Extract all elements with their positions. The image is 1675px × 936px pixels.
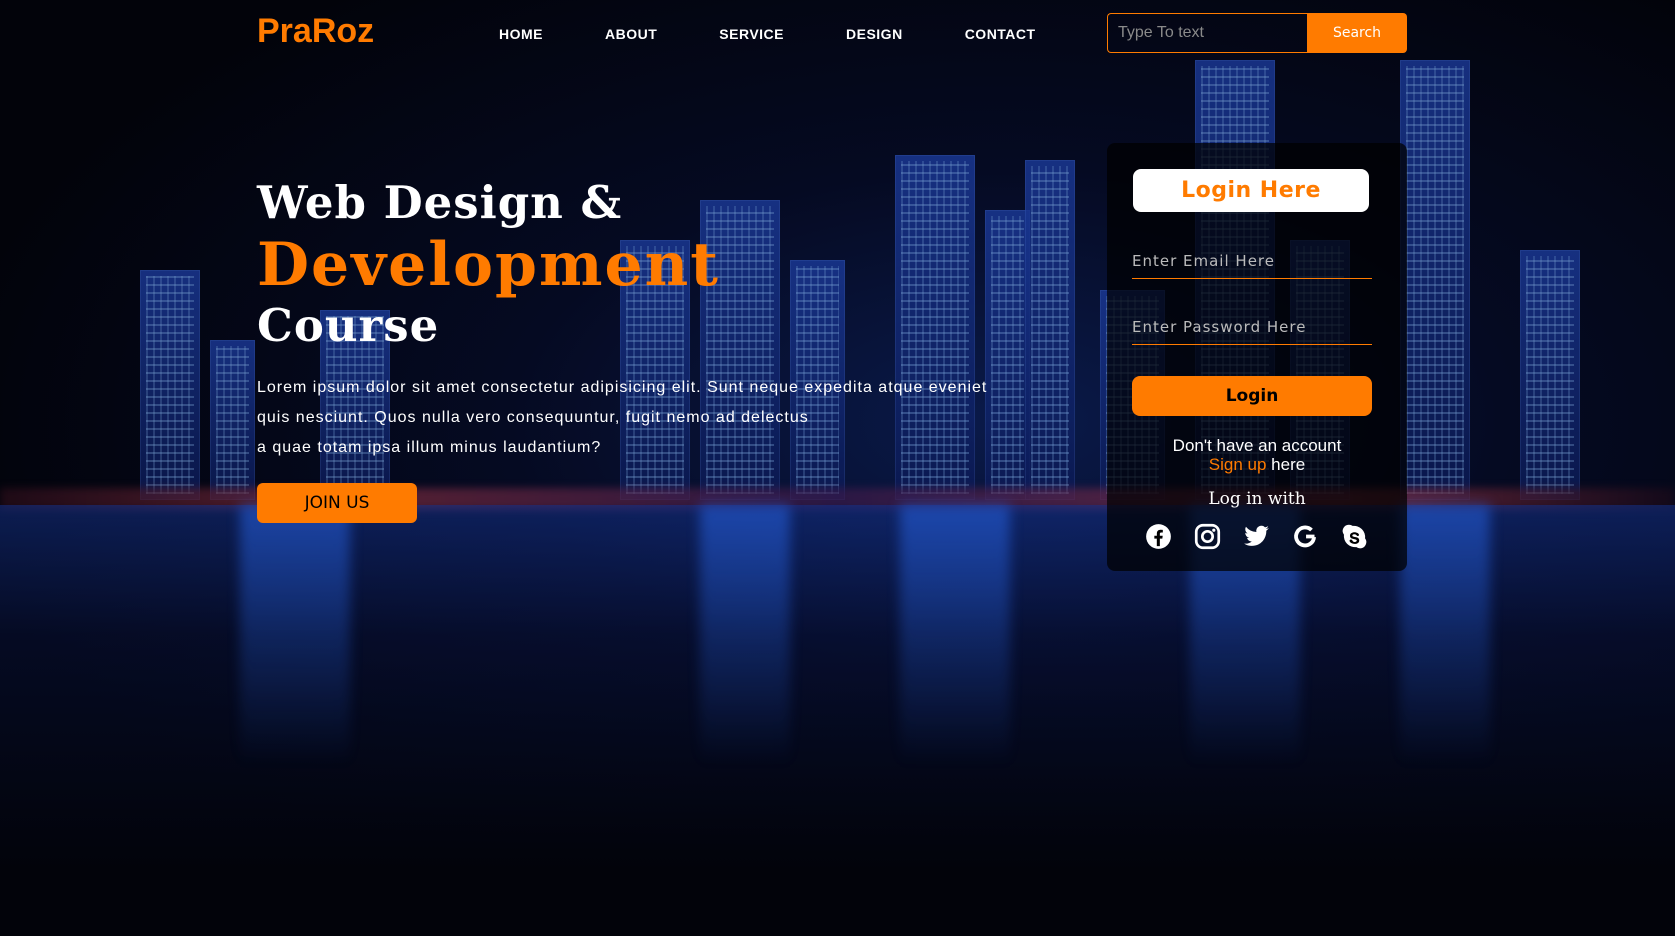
login-with-text: Log in with xyxy=(1208,489,1306,509)
password-field[interactable] xyxy=(1132,309,1372,345)
nav-contact[interactable]: CONTACT xyxy=(965,26,1036,42)
site-logo[interactable]: PraRoz xyxy=(257,12,374,51)
nav-service[interactable]: SERVICE xyxy=(719,26,784,42)
nav-home[interactable]: HOME xyxy=(499,26,543,42)
search-bar: Search xyxy=(1107,13,1407,53)
hero-description-line: a quae totam ipsa illum minus laudantium… xyxy=(257,439,602,456)
signup-suffix: here xyxy=(1266,455,1306,474)
hero-description: Lorem ipsum dolor sit amet consectetur a… xyxy=(257,373,1017,463)
google-icon[interactable] xyxy=(1292,523,1319,550)
nav-design[interactable]: DESIGN xyxy=(846,26,903,42)
hero-title-line2: Development xyxy=(257,230,721,300)
email-field[interactable] xyxy=(1132,243,1372,279)
login-button[interactable]: Login xyxy=(1132,376,1372,416)
hero-description-line: Lorem ipsum dolor sit amet consectetur a… xyxy=(257,379,988,396)
nav-about[interactable]: ABOUT xyxy=(605,26,657,42)
main-nav: HOME ABOUT SERVICE DESIGN CONTACT xyxy=(468,26,1036,42)
twitter-icon[interactable] xyxy=(1243,523,1270,550)
skype-icon[interactable] xyxy=(1341,523,1368,550)
hero-heading: Web Design & Development Course xyxy=(257,180,720,348)
login-card: Login Here Login Don't have an account S… xyxy=(1107,143,1407,571)
hero-title-line1: Web Design & xyxy=(257,176,623,229)
hero-description-line: quis nesciunt. Quos nulla vero consequun… xyxy=(257,409,809,426)
facebook-icon[interactable] xyxy=(1145,523,1172,550)
join-us-button[interactable]: JOIN US xyxy=(257,483,417,523)
instagram-icon[interactable] xyxy=(1194,523,1221,550)
login-title: Login Here xyxy=(1133,169,1369,212)
search-button[interactable]: Search xyxy=(1307,13,1407,53)
search-input[interactable] xyxy=(1107,13,1307,53)
signup-line: Sign up here xyxy=(1107,455,1407,475)
hero-title-line3: Course xyxy=(257,299,440,352)
signup-link[interactable]: Sign up xyxy=(1209,455,1267,474)
social-login-icons xyxy=(1145,523,1368,550)
no-account-text: Don't have an account xyxy=(1172,436,1342,455)
city-background xyxy=(0,0,1675,936)
